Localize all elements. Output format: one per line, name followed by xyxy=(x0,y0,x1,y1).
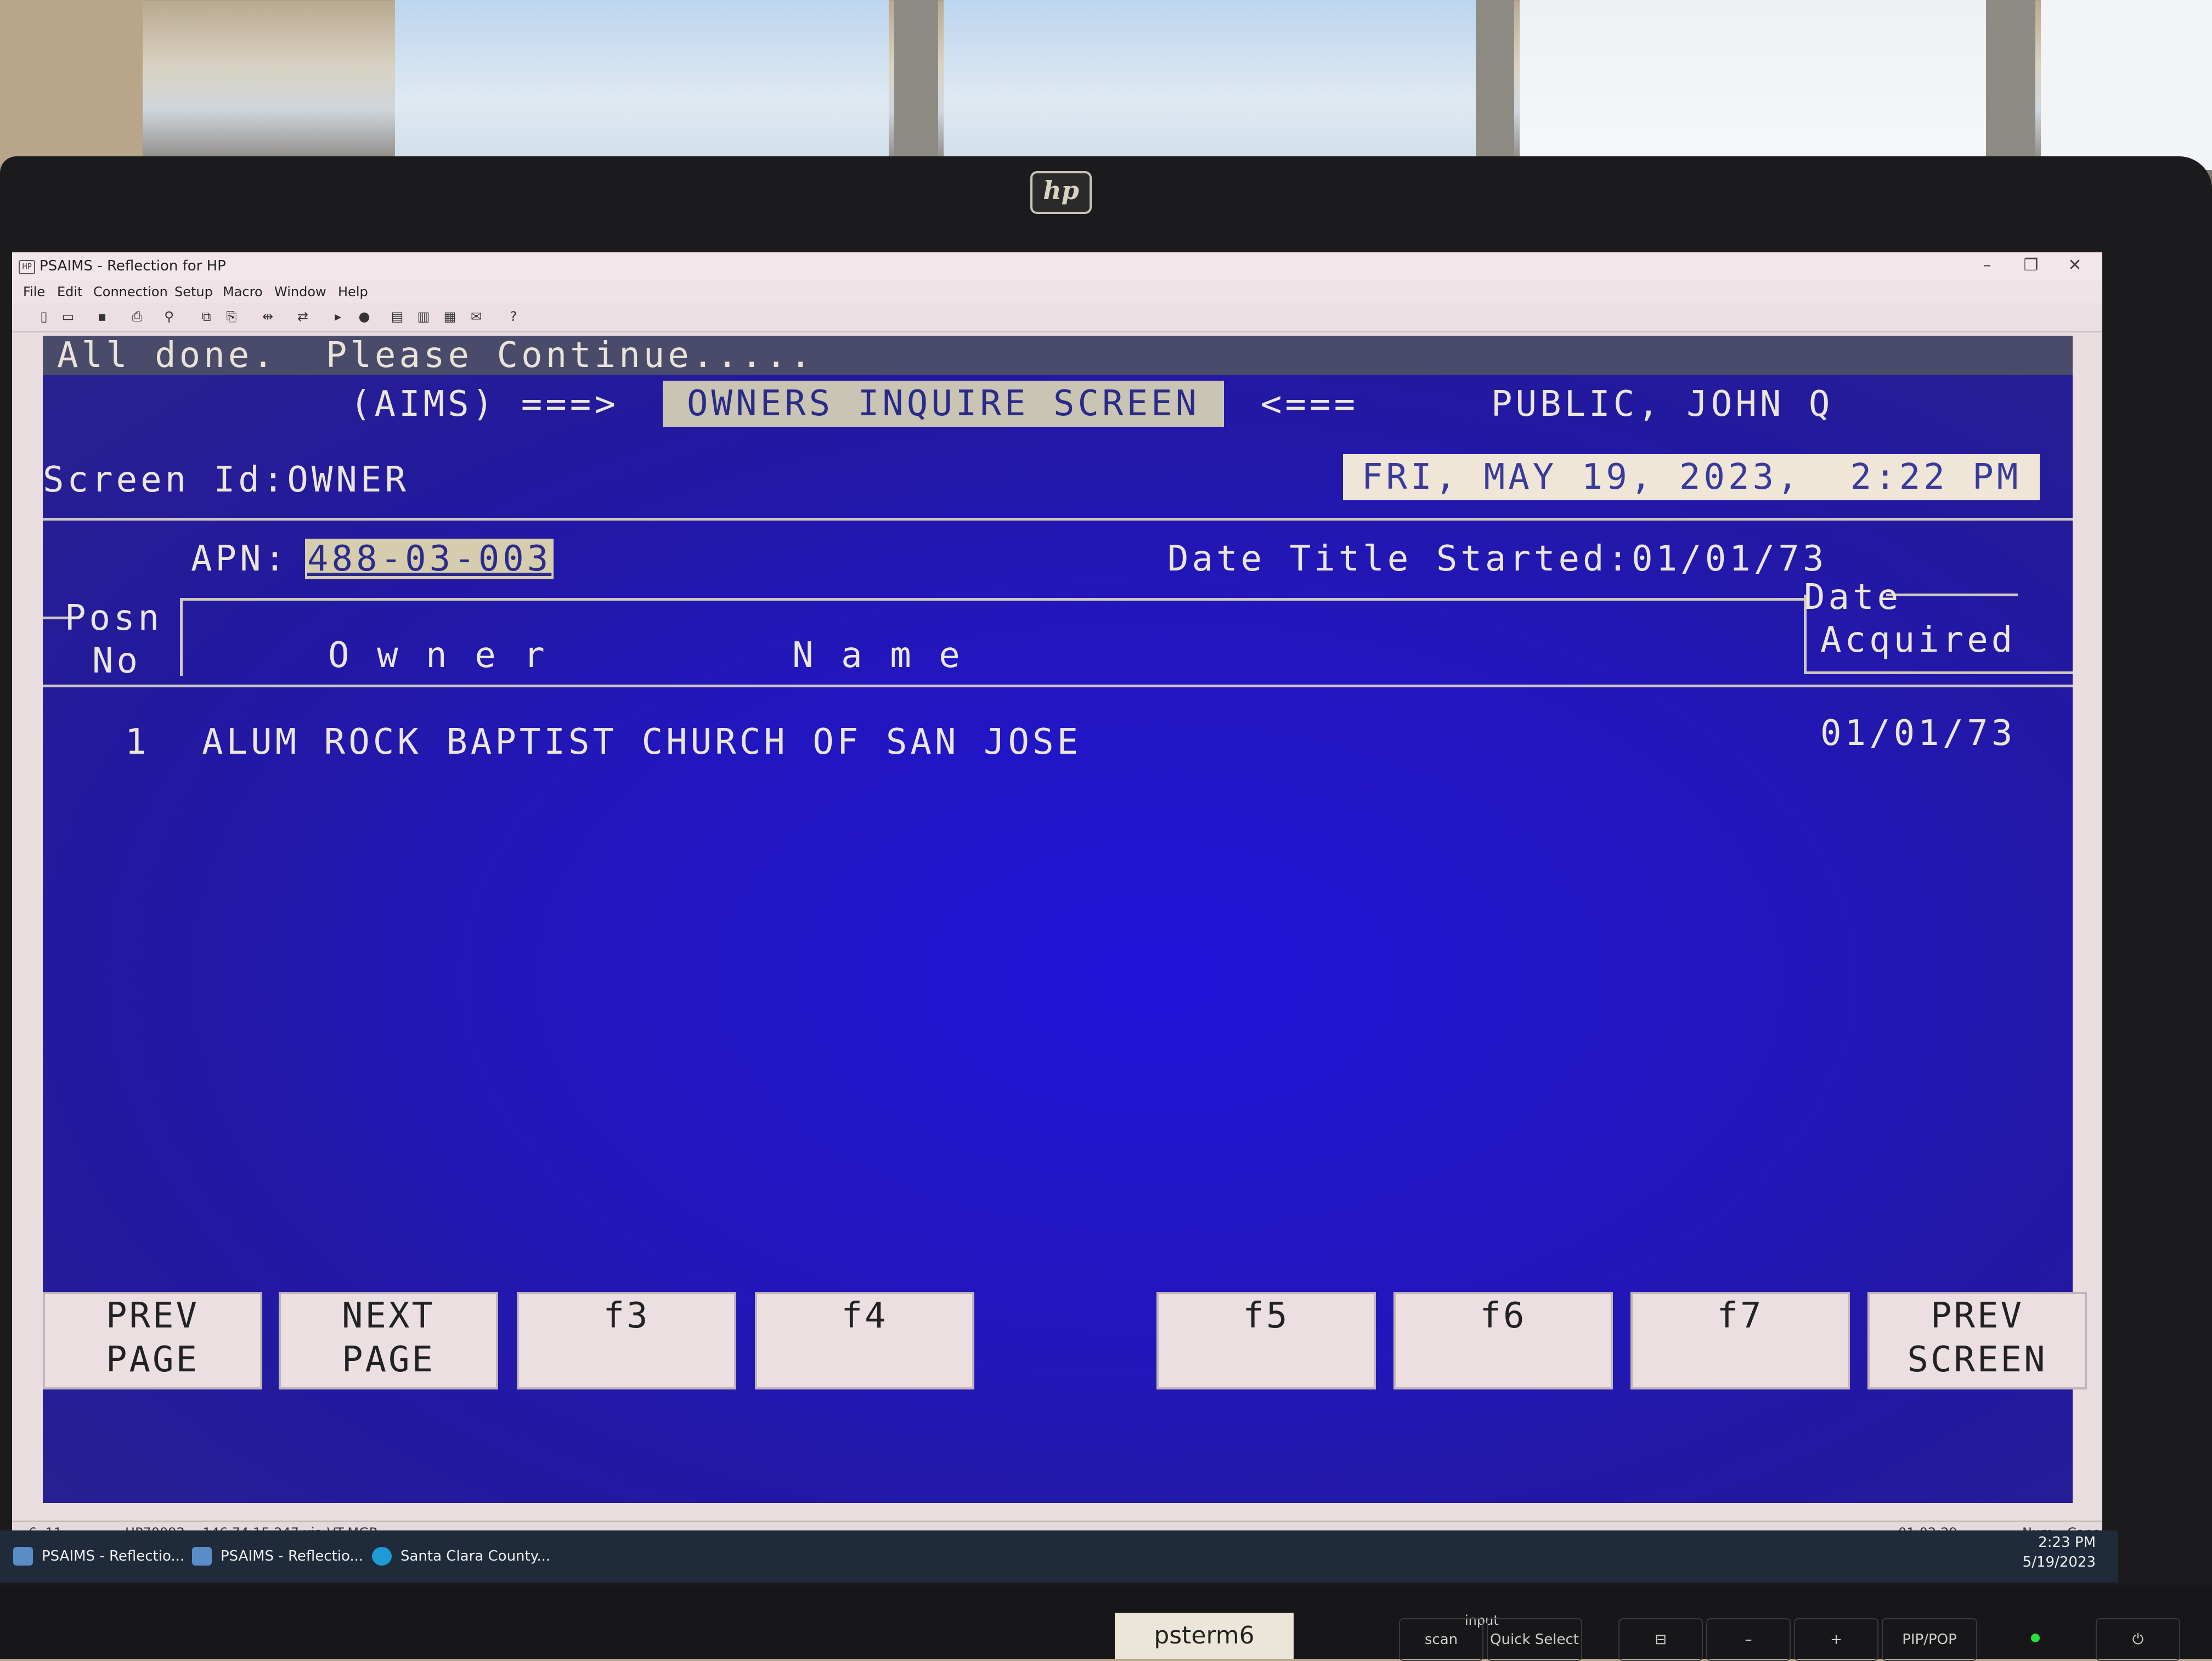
back-arrow: <=== xyxy=(1261,384,1359,425)
apn-label: APN: xyxy=(191,539,289,579)
header-date: Date xyxy=(1804,577,1902,618)
f5-key[interactable]: f5 xyxy=(1156,1292,1376,1389)
next-page-key[interactable]: NEXT PAGE xyxy=(279,1292,498,1389)
row-posn: 1 xyxy=(125,722,150,762)
hp-logo: hp xyxy=(1030,171,1092,214)
window-pane xyxy=(944,0,1492,170)
f7-key[interactable]: f7 xyxy=(1630,1292,1850,1389)
screen-id: Screen Id:OWNER xyxy=(43,460,409,500)
header-acquired: Acquired xyxy=(1820,620,2016,660)
table-border xyxy=(43,685,2073,687)
clock-time: 2:23 PM xyxy=(2038,1534,2096,1551)
paste-icon[interactable]: ⎘ xyxy=(224,309,239,324)
osd-menu-button[interactable]: ⊟ xyxy=(1618,1618,1703,1661)
wall xyxy=(0,0,143,176)
osd-plus-button[interactable]: + xyxy=(1794,1618,1878,1661)
monitor-bezel-bottom xyxy=(0,1585,2212,1659)
print-icon[interactable]: ⎙ xyxy=(129,309,145,324)
table-border xyxy=(180,598,1804,601)
screen: HP PSAIMS - Reflection for HP – ❐ ✕ File… xyxy=(12,252,2102,1563)
minimize-button[interactable]: – xyxy=(1965,255,2009,276)
status-message: All done. Please Continue..... xyxy=(43,336,2073,375)
taskbar-item-label: PSAIMS - Reflectio... xyxy=(221,1548,364,1564)
row-owner: ALUM ROCK BAPTIST CHURCH OF SAN JOSE xyxy=(202,722,1082,762)
header-owner-name: O w n e r N a m e xyxy=(328,635,963,676)
user-name: PUBLIC, JOHN Q xyxy=(1491,384,1833,425)
menu-connection[interactable]: Connection xyxy=(93,284,168,300)
table-border xyxy=(1886,594,2018,596)
screen-title: OWNERS INQUIRE SCREEN xyxy=(663,381,1224,427)
datetime-display: FRI, MAY 19, 2023, 2:22 PM xyxy=(1343,454,2040,500)
taskbar-item-psaims-2[interactable]: PSAIMS - Reflectio... xyxy=(184,1537,391,1575)
title-bar: HP PSAIMS - Reflection for HP – ❐ ✕ xyxy=(12,252,2102,281)
reflection-app-icon xyxy=(13,1547,33,1566)
help-icon[interactable]: ? xyxy=(506,309,521,324)
taskbar-item-psaims-1[interactable]: PSAIMS - Reflectio... xyxy=(5,1537,212,1575)
app-icon: HP xyxy=(19,260,35,274)
apn-input[interactable]: 488-03-003 xyxy=(305,539,554,579)
osd-pip-button[interactable]: PIP/POP xyxy=(1882,1618,1977,1661)
divider xyxy=(43,518,2073,521)
row-date-acquired: 01/01/73 xyxy=(1820,713,2016,754)
table-border xyxy=(180,599,183,676)
copy-icon[interactable]: ⧉ xyxy=(199,309,214,324)
connect-icon[interactable]: ⇹ xyxy=(260,309,275,324)
window-mullion xyxy=(894,0,938,176)
display-settings-icon[interactable]: ▤ xyxy=(390,309,405,324)
osd-minus-button[interactable]: – xyxy=(1706,1618,1791,1661)
clock-date: 5/19/2023 xyxy=(2022,1554,2096,1570)
prev-screen-key[interactable]: PREV SCREEN xyxy=(1867,1292,2087,1389)
open-icon[interactable]: ▭ xyxy=(60,309,76,324)
find-icon[interactable]: ⚲ xyxy=(161,309,177,324)
f4-key[interactable]: f4 xyxy=(755,1292,974,1389)
record-macro-icon[interactable]: ● xyxy=(357,309,372,324)
power-led xyxy=(2031,1634,2040,1642)
window-mullion xyxy=(1476,0,1514,176)
window-title: PSAIMS - Reflection for HP xyxy=(40,258,226,274)
window-pane xyxy=(2041,0,2212,170)
taskbar: PSAIMS - Reflectio... PSAIMS - Reflectio… xyxy=(0,1530,2118,1583)
prev-page-key[interactable]: PREV PAGE xyxy=(43,1292,262,1389)
header-no: No xyxy=(92,641,142,681)
window-mullion xyxy=(1986,0,2035,176)
menu-edit[interactable]: Edit xyxy=(57,284,82,300)
menu-bar: File Edit Connection Setup Macro Window … xyxy=(12,281,2102,303)
menu-help[interactable]: Help xyxy=(338,284,368,300)
f6-key[interactable]: f6 xyxy=(1393,1292,1613,1389)
mail-icon[interactable]: ✉ xyxy=(469,309,484,324)
terminal-settings-icon[interactable]: ▦ xyxy=(442,309,458,324)
osd-scan-button[interactable]: scan xyxy=(1399,1618,1483,1661)
menu-file[interactable]: File xyxy=(23,284,45,300)
system-tag: (AIMS) ===> xyxy=(350,384,619,425)
power-button[interactable]: ⏻ xyxy=(2096,1618,2180,1661)
close-button[interactable]: ✕ xyxy=(2053,255,2097,276)
reflection-app-icon xyxy=(192,1547,212,1566)
table-border xyxy=(1804,671,2073,674)
new-icon[interactable]: ▯ xyxy=(36,309,52,324)
keyboard-settings-icon[interactable]: ▥ xyxy=(416,309,431,324)
osd-quick-select-button[interactable]: Quick Select xyxy=(1487,1618,1582,1661)
window-pane xyxy=(395,0,889,170)
window-pane xyxy=(1520,0,1991,170)
menu-macro[interactable]: Macro xyxy=(223,284,263,300)
taskbar-item-browser[interactable]: Santa Clara County... xyxy=(364,1537,582,1575)
header-posn: Posn xyxy=(65,598,163,639)
toolbar: ▯ ▭ ▪ ⎙ ⚲ ⧉ ⎘ ⇹ ⇄ ▸ ● ▤ ▥ ▦ ✉ ? xyxy=(12,303,2102,332)
play-macro-icon[interactable]: ▸ xyxy=(330,309,346,324)
f3-key[interactable]: f3 xyxy=(517,1292,736,1389)
menu-setup[interactable]: Setup xyxy=(174,284,213,300)
menu-window[interactable]: Window xyxy=(274,284,326,300)
system-clock[interactable]: 2:23 PM 5/19/2023 xyxy=(2023,1533,2096,1572)
asset-label: psterm6 xyxy=(1115,1613,1294,1659)
transfer-icon[interactable]: ⇄ xyxy=(295,309,311,324)
save-icon[interactable]: ▪ xyxy=(94,309,110,324)
restore-button[interactable]: ❐ xyxy=(2009,255,2053,276)
edge-browser-icon xyxy=(372,1547,392,1566)
taskbar-item-label: Santa Clara County... xyxy=(400,1548,551,1564)
taskbar-item-label: PSAIMS - Reflectio... xyxy=(42,1548,185,1564)
title-started: Date Title Started:01/01/73 xyxy=(1167,539,1827,579)
